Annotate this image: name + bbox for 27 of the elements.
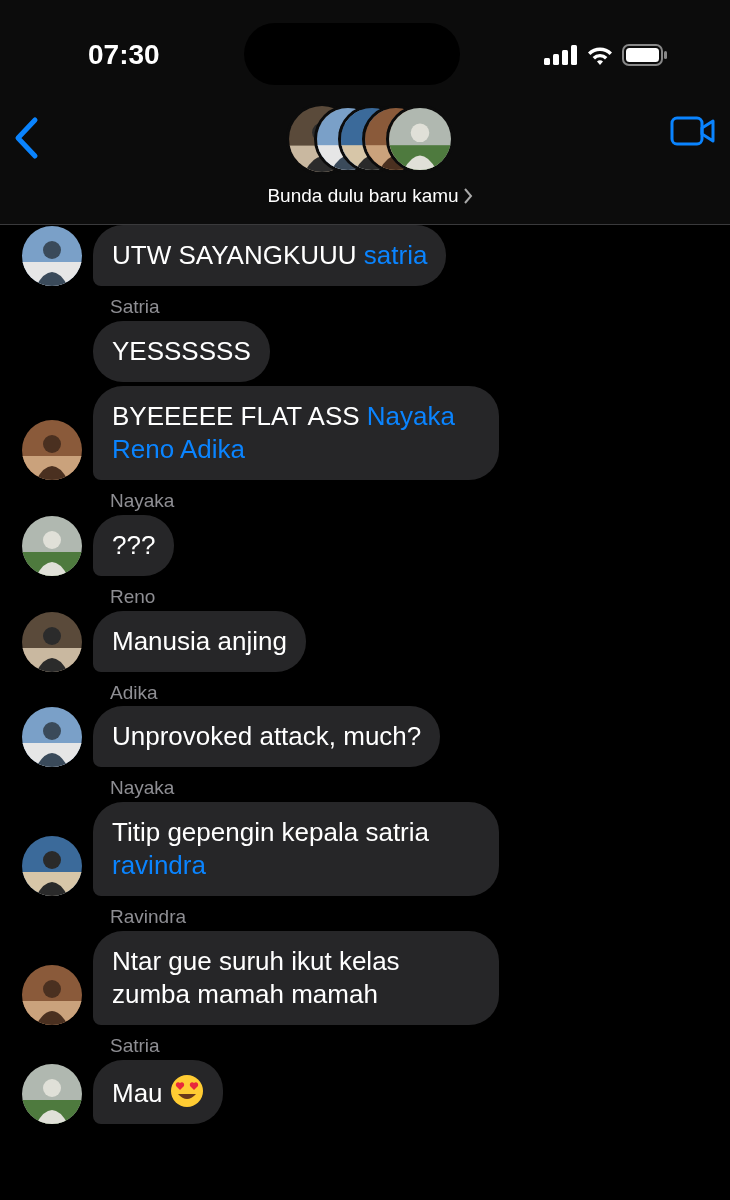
- mention-link[interactable]: Nayaka: [366, 400, 455, 431]
- message-text: Ntar gue suruh ikut kelas zumba mamah mamah: [112, 946, 400, 1010]
- message-text: YESSSSSS: [112, 335, 251, 366]
- message-text: BYEEEEE FLAT ASS: [112, 400, 361, 431]
- battery-icon: [622, 44, 668, 66]
- message-text: Manusia anjing: [112, 625, 287, 656]
- sender-name: Nayaka: [109, 489, 176, 512]
- message-text: UTW SAYANGKUUU: [112, 240, 358, 270]
- message-text: ???: [112, 529, 156, 560]
- message-text: Titip gepengin kepala satria: [112, 817, 429, 848]
- signal-icon: [544, 45, 578, 65]
- mention-link[interactable]: Reno Adika: [112, 433, 245, 464]
- video-camera-icon: [670, 116, 716, 146]
- mention-link[interactable]: satria: [363, 240, 428, 270]
- status-time: 07:30: [88, 38, 160, 72]
- mention-link[interactable]: ravindra: [112, 850, 206, 881]
- message-text: Mau: [112, 1078, 164, 1109]
- sender-name: Satria: [109, 296, 161, 318]
- group-name-link[interactable]: Bunda dulu baru kamu: [267, 182, 473, 211]
- sender-name: Ravindra: [109, 906, 188, 929]
- sender-name: Nayaka: [109, 777, 176, 800]
- sender-name: Reno: [109, 585, 157, 608]
- sender-name: Adika: [109, 681, 159, 704]
- chevron-icon: [462, 187, 473, 206]
- message-text: Unprovoked attack, much?: [112, 721, 422, 752]
- video-call-button[interactable]: [670, 116, 716, 146]
- sender-name: Satria: [109, 1035, 161, 1058]
